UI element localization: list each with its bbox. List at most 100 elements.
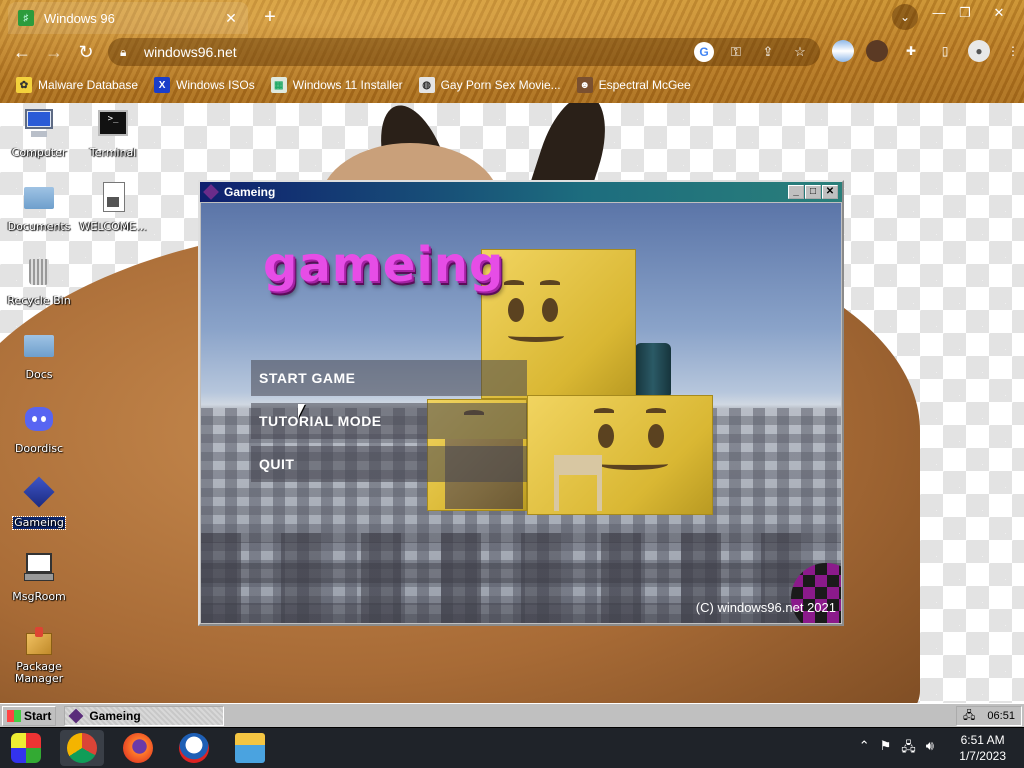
- firefox-icon[interactable]: [116, 730, 160, 766]
- bookmark-star-icon[interactable]: ☆: [790, 42, 810, 62]
- network-icon[interactable]: 🖧︎: [963, 707, 975, 726]
- bookmark-malware-database[interactable]: ✿ Malware Database: [16, 77, 138, 93]
- windows-taskbar: ⌃ ⚑ 🖧︎ 🔊︎ 6:51 AM 1/7/2023: [0, 728, 1024, 768]
- gameing-window: Gameing _ □ ✕ gameing START GAME TUTORIA…: [198, 180, 844, 626]
- bookmark-label: Windows ISOs: [176, 78, 255, 92]
- desktop-icon-label: Recycle Bin: [7, 294, 71, 307]
- new-tab-plus-icon[interactable]: +: [258, 6, 282, 30]
- desktop-icon-computer[interactable]: Computer: [1, 107, 77, 161]
- taskbar-clock[interactable]: 6:51 AM 1/7/2023: [959, 732, 1006, 764]
- start-label: Start: [24, 708, 52, 723]
- gameing-app-icon: [203, 184, 219, 200]
- start-logo-icon: [7, 709, 21, 722]
- browser-chrome: ♯ Windows 96 ✕ + ⌄ — ❐ ✕ ← → ↻ 🔒︎ window…: [0, 0, 1024, 103]
- extensions-puzzle-icon[interactable]: ✚: [900, 40, 922, 62]
- bookmark-label: Espectral McGee: [598, 78, 691, 92]
- paw-icon: ✿: [16, 77, 32, 93]
- bookmark-espectral-mcgee[interactable]: ☻ Espectral McGee: [576, 77, 691, 93]
- url-text: windows96.net: [144, 44, 237, 60]
- clock-date: 1/7/2023: [959, 749, 1006, 763]
- folder-icon: [23, 329, 55, 361]
- window-title: Gameing: [224, 185, 276, 199]
- taskbar-start-icon[interactable]: [4, 730, 48, 766]
- profile-icon[interactable]: ●: [968, 40, 990, 62]
- quit-button[interactable]: QUIT: [251, 446, 527, 482]
- barrel: [635, 343, 671, 399]
- flag-icon[interactable]: ⚑: [880, 738, 892, 760]
- clock-time: 6:51 AM: [960, 733, 1005, 747]
- extension-avatar-icon[interactable]: [866, 40, 888, 62]
- chrome-icon[interactable]: [60, 730, 104, 766]
- key-icon[interactable]: ⚿: [726, 42, 746, 62]
- desktop-icon-label: WELCOME...: [79, 220, 147, 233]
- game-logo: gameing: [263, 237, 505, 293]
- image-icon: ▦: [270, 77, 287, 93]
- desktop-icon-gameing[interactable]: Gameing: [1, 476, 77, 531]
- reload-icon[interactable]: ↻: [74, 40, 98, 64]
- network-icon[interactable]: 🖧︎: [901, 738, 916, 760]
- window-minimize-button[interactable]: _: [788, 185, 804, 199]
- copyright-text: (C) windows96.net 2021: [695, 600, 836, 615]
- bookmark-windows-11-installer[interactable]: ▦ Windows 11 Installer: [270, 77, 403, 93]
- restore-icon[interactable]: ❐: [950, 2, 980, 24]
- share-icon[interactable]: ⇪: [758, 42, 778, 62]
- task-label: Gameing: [89, 708, 141, 723]
- back-arrow-icon[interactable]: ←: [10, 40, 34, 64]
- forward-arrow-icon[interactable]: →: [42, 40, 66, 64]
- lock-icon: 🔒︎: [120, 44, 127, 59]
- taskbar-task-gameing[interactable]: Gameing: [64, 705, 225, 726]
- windows96-favicon-icon: ♯: [18, 10, 34, 26]
- game-viewport[interactable]: gameing START GAME TUTORIAL MODE QUIT (C…: [201, 203, 841, 623]
- volume-icon[interactable]: 🔊︎: [926, 738, 934, 760]
- win96-tray: 🖧︎ 06:51: [956, 706, 1022, 726]
- desktop-icon-label: Package Manager: [14, 660, 64, 685]
- tab-search-chevron-icon[interactable]: ⌄: [892, 4, 918, 30]
- browser-tab[interactable]: ♯ Windows 96 ✕: [8, 2, 248, 34]
- bookmark-label: Malware Database: [38, 78, 139, 92]
- win96-desktop: Computer >_ Terminal Documents WELCOME..…: [0, 103, 1024, 703]
- window-maximize-button[interactable]: □: [805, 185, 821, 199]
- tab-title: Windows 96: [44, 10, 115, 26]
- desktop-icon-doordisc[interactable]: Doordisc: [1, 403, 77, 457]
- side-panel-icon[interactable]: ▯: [934, 40, 956, 62]
- package-box-icon: [23, 625, 55, 657]
- document-icon: [97, 181, 129, 213]
- desktop-icon-msgroom[interactable]: MsgRoom: [1, 551, 77, 605]
- desktop-icon-recycle-bin[interactable]: Recycle Bin: [1, 255, 77, 309]
- system-tray: ⌃ ⚑ 🖧︎ 🔊︎: [859, 738, 934, 760]
- desktop-icon-label: MsgRoom: [12, 590, 66, 603]
- tab-close-icon[interactable]: ✕: [222, 9, 240, 27]
- extension-flag-icon[interactable]: [832, 40, 854, 62]
- desktop-icon-package-manager[interactable]: Package Manager: [1, 625, 77, 687]
- kebab-menu-icon[interactable]: ⋮: [1002, 40, 1024, 62]
- recycle-bin-icon: [23, 255, 55, 287]
- tray-clock: 06:51: [987, 710, 1015, 722]
- window-titlebar[interactable]: Gameing _ □ ✕: [200, 182, 842, 202]
- window-close-button[interactable]: ✕: [822, 185, 838, 199]
- bookmark-label: Windows 11 Installer: [292, 78, 403, 92]
- chevron-up-icon[interactable]: ⌃: [859, 738, 870, 760]
- start-game-button[interactable]: START GAME: [251, 360, 527, 396]
- discord-icon: [23, 403, 55, 435]
- wooden-chair: [554, 455, 602, 511]
- desktop-icon-documents[interactable]: Documents: [1, 181, 77, 235]
- win96-taskbar: Start Gameing 🖧︎ 06:51: [0, 703, 1024, 727]
- bookmarks-bar: ✿ Malware Database X Windows ISOs ▦ Wind…: [0, 72, 691, 98]
- gameing-app-icon: [68, 708, 84, 723]
- google-icon[interactable]: G: [694, 42, 714, 62]
- start-button[interactable]: Start: [2, 705, 57, 726]
- bookmark-movie[interactable]: ◍ Gay Porn Sex Movie...: [418, 77, 561, 93]
- avatar-icon: ☻: [576, 77, 593, 93]
- bookmark-windows-isos[interactable]: X Windows ISOs: [154, 77, 255, 93]
- desktop-icon-welcome[interactable]: WELCOME...: [75, 181, 151, 235]
- folder-icon: [23, 181, 55, 213]
- file-explorer-icon[interactable]: [228, 730, 272, 766]
- tutorial-mode-button[interactable]: TUTORIAL MODE: [251, 403, 527, 439]
- desktop-icon-terminal[interactable]: >_ Terminal: [75, 107, 151, 161]
- computer-icon: [23, 107, 55, 139]
- obama-icon[interactable]: [172, 730, 216, 766]
- desktop-icon-docs[interactable]: Docs: [1, 329, 77, 383]
- close-window-icon[interactable]: ✕: [984, 2, 1014, 24]
- mouse-cursor-icon: [298, 404, 305, 418]
- address-bar[interactable]: 🔒︎ windows96.net G ⚿ ⇪ ☆: [108, 38, 820, 66]
